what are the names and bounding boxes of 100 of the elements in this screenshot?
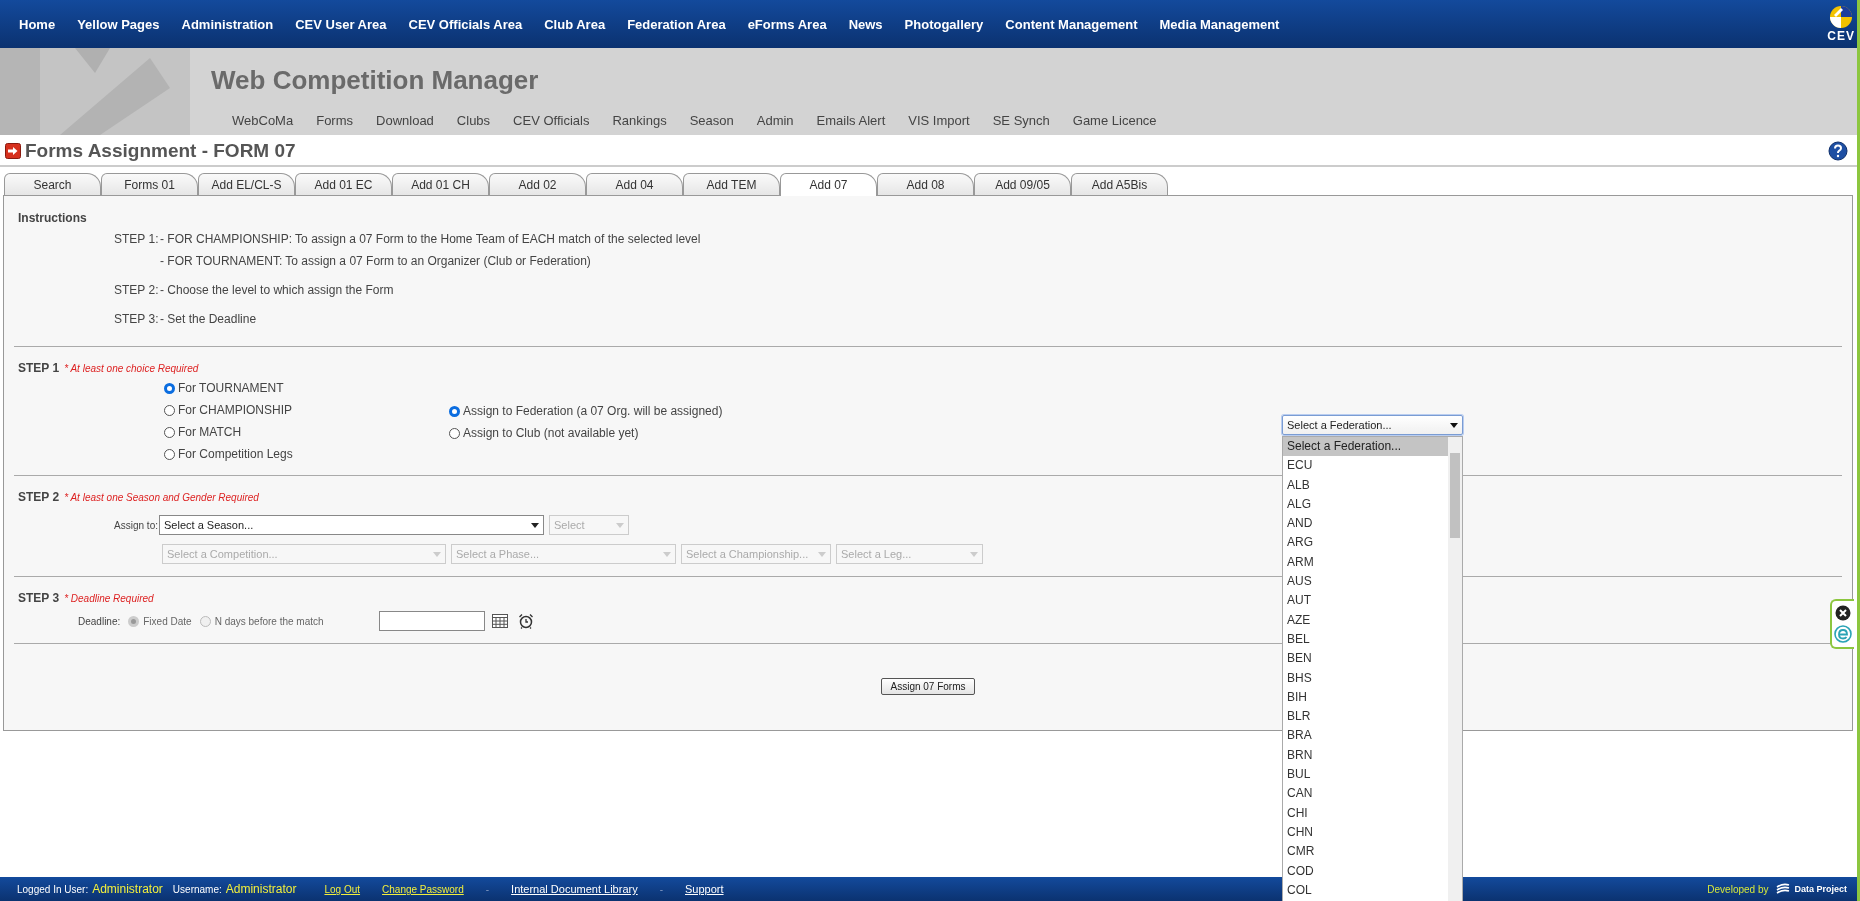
radio-button[interactable] — [449, 405, 460, 417]
logo-text: CEV — [1827, 29, 1855, 43]
dropdown-option[interactable]: COL — [1283, 880, 1448, 901]
nav-link[interactable]: Content Management — [1005, 16, 1138, 32]
dropdown-option[interactable]: ARM — [1283, 552, 1448, 573]
nav-link[interactable]: Club Area — [544, 16, 606, 32]
scrollbar[interactable] — [1448, 437, 1462, 901]
dropdown-option[interactable]: AUS — [1283, 572, 1448, 592]
federation-select[interactable]: Select a Federation... — [1282, 415, 1463, 435]
tab[interactable]: Add 04 — [586, 173, 683, 195]
footer-link[interactable]: Internal Document Library — [511, 883, 638, 895]
step-label: STEP 1: — [114, 232, 160, 248]
radio-button[interactable] — [164, 448, 175, 460]
menu-link[interactable]: Rankings — [612, 113, 667, 128]
dropdown-option[interactable]: ALB — [1283, 475, 1448, 495]
dropdown-option[interactable]: BIH — [1283, 687, 1448, 708]
field-label: Deadline: — [78, 615, 121, 627]
cev-logo[interactable]: CEV — [1827, 5, 1855, 43]
footer-link[interactable]: Change Password — [382, 884, 464, 895]
select-dropdown[interactable]: Select a Season... — [159, 515, 544, 535]
dropdown-option[interactable]: CHI — [1283, 803, 1448, 823]
dropdown-option[interactable]: BRA — [1283, 726, 1448, 746]
tab[interactable]: Search — [4, 173, 101, 195]
app-title: Web Competition Manager — [211, 65, 540, 96]
calendar-icon[interactable] — [491, 614, 508, 628]
dropdown-option[interactable]: CMR — [1283, 842, 1448, 862]
tab[interactable]: Add A5Bis — [1071, 173, 1168, 195]
dropdown-option[interactable]: BUL — [1283, 765, 1448, 785]
dropdown-option[interactable]: BRN — [1283, 745, 1448, 766]
dropdown-option[interactable]: COD — [1283, 861, 1448, 881]
menu-link[interactable]: Game Licence — [1072, 113, 1157, 128]
radio-label[interactable]: For TOURNAMENT — [178, 381, 284, 395]
step-label: STEP 2: — [114, 283, 160, 299]
section-heading: Instructions — [18, 211, 88, 225]
assign-forms-button[interactable]: Assign 07 Forms — [881, 678, 975, 695]
radio-label[interactable]: For CHAMPIONSHIP — [178, 403, 292, 417]
menu-link[interactable]: Clubs — [456, 113, 491, 128]
radio-label[interactable]: For Competition Legs — [178, 447, 293, 461]
footer-link[interactable]: Support — [685, 883, 724, 895]
tab[interactable]: Add 01 EC — [295, 173, 392, 195]
dropdown-option[interactable]: BLR — [1283, 707, 1448, 727]
radio-button[interactable] — [449, 427, 460, 439]
instruction-text: - FOR CHAMPIONSHIP: To assign a 07 Form to the Home Team of EACH match of the selected level — [160, 232, 701, 246]
dropdown-option[interactable]: ARG — [1283, 533, 1448, 553]
tab[interactable]: Add 02 — [489, 173, 586, 195]
dropdown-option[interactable]: BEL — [1283, 629, 1448, 650]
radio-label[interactable]: Assign to Club (not available yet) — [463, 426, 639, 440]
alarm-clock-icon[interactable] — [517, 613, 534, 629]
nav-link[interactable]: Media Management — [1159, 16, 1280, 32]
radio-button[interactable] — [164, 426, 175, 438]
menu-link[interactable]: Download — [376, 113, 434, 128]
dropdown-option[interactable]: AZE — [1283, 610, 1448, 630]
tab[interactable]: Add TEM — [683, 173, 780, 195]
menu-link[interactable]: SE Synch — [992, 113, 1050, 128]
menu-link[interactable]: Season — [689, 113, 734, 128]
tab[interactable]: Add 07 — [780, 173, 877, 196]
dropdown-option[interactable]: CAN — [1283, 784, 1448, 804]
nav-link[interactable]: Photogallery — [904, 16, 984, 32]
tab[interactable]: Add 09/05 — [974, 173, 1071, 195]
menu-link[interactable]: Emails Alert — [816, 113, 886, 128]
nav-link[interactable]: eForms Area — [747, 16, 827, 32]
radio-label[interactable]: Assign to Federation (a 07 Org. will be assigned) — [463, 404, 723, 418]
dropdown-option[interactable]: Select a Federation... — [1283, 437, 1448, 457]
developed-by-text: Developed by — [1707, 883, 1769, 895]
dropdown-option[interactable]: BEN — [1283, 649, 1448, 669]
dropdown-option[interactable]: AND — [1283, 514, 1448, 534]
close-icon[interactable] — [1835, 605, 1851, 621]
radio-label[interactable]: For MATCH — [178, 425, 242, 439]
tab[interactable]: Add 08 — [877, 173, 974, 195]
radio-button[interactable] — [164, 382, 175, 394]
required-note: * At least one choice Required — [64, 363, 199, 374]
nav-link[interactable]: Federation Area — [627, 16, 726, 32]
nav-link[interactable]: Yellow Pages — [77, 16, 160, 32]
help-icon[interactable] — [1828, 141, 1848, 161]
tab[interactable]: Add 01 CH — [392, 173, 489, 195]
menu-link[interactable]: VIS Import — [908, 113, 970, 128]
brand-name: Data Project — [1794, 884, 1847, 894]
menu-link[interactable]: CEV Officials — [513, 113, 590, 128]
menu-link[interactable]: Admin — [756, 113, 794, 128]
tab[interactable]: Forms 01 — [101, 173, 198, 195]
tab[interactable]: Add EL/CL-S — [198, 173, 295, 195]
dropdown-option[interactable]: BHS — [1283, 668, 1448, 688]
footer-link[interactable]: Log Out — [324, 884, 361, 895]
dropdown-option[interactable]: ECU — [1283, 456, 1448, 476]
instruction-text: - FOR TOURNAMENT: To assign a 07 Form to an Organizer (Club or Federation) — [160, 254, 592, 268]
dropdown-option[interactable]: AUT — [1283, 591, 1448, 611]
nav-link[interactable]: Home — [19, 16, 56, 32]
field-label: Assign to: — [113, 519, 158, 531]
nav-link[interactable]: News — [848, 16, 883, 32]
dropdown-option[interactable]: CHN — [1283, 822, 1448, 843]
instruction-text: - Set the Deadline — [160, 312, 257, 326]
nav-link[interactable]: CEV User Area — [295, 16, 387, 32]
date-input-field[interactable] — [378, 611, 485, 631]
menu-link[interactable]: Forms — [316, 113, 354, 128]
dropdown-option[interactable]: ALG — [1283, 494, 1448, 515]
username-label: Username: — [172, 884, 222, 895]
radio-button[interactable] — [164, 404, 175, 416]
nav-link[interactable]: Administration — [181, 16, 274, 32]
nav-link[interactable]: CEV Officials Area — [408, 16, 523, 32]
menu-link[interactable]: WebCoMa — [232, 113, 294, 128]
